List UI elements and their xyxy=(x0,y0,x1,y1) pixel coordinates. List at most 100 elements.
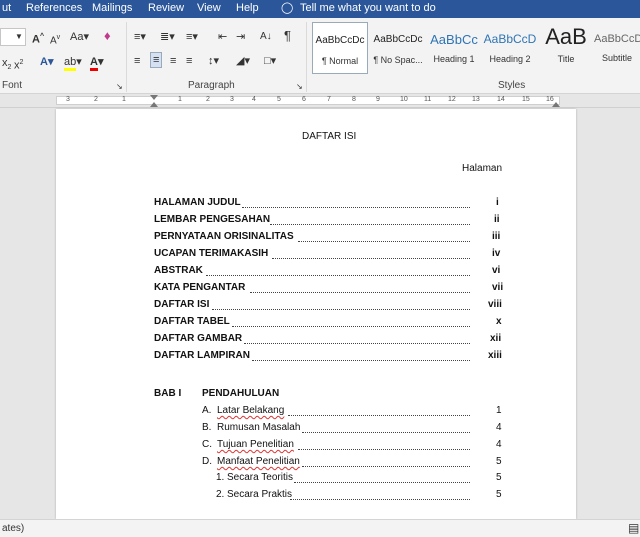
toc-entry-label: UCAPAN TERIMAKASIH xyxy=(154,248,269,259)
subsection-page: 4 xyxy=(496,422,502,433)
grow-font-icon[interactable]: A^ xyxy=(32,30,44,47)
text-effects-icon[interactable]: A▾ xyxy=(40,55,53,69)
dot-leader xyxy=(302,466,470,467)
sub-subsection-page: 5 xyxy=(496,489,502,500)
style-name: Heading 2 xyxy=(489,54,531,64)
toc-entry-label: LEMBAR PENGESAHAN xyxy=(154,214,271,225)
subsection-letter: D. xyxy=(202,456,212,467)
style-no-spacing[interactable]: AaBbCcDc ¶ No Spac... xyxy=(370,22,426,74)
line-spacing-icon[interactable]: ↕▾ xyxy=(208,54,219,68)
subsection-letter: C. xyxy=(202,439,212,450)
ruler-number: 3 xyxy=(66,96,70,103)
sort-icon[interactable]: A↓ xyxy=(260,30,272,44)
superscript-icon[interactable]: x2 xyxy=(14,56,23,73)
subscript-icon[interactable]: x2 xyxy=(2,56,11,75)
focus-mode-icon[interactable]: ▤ xyxy=(628,521,639,535)
toc-entry-page: iv xyxy=(492,248,501,259)
menu-help[interactable]: Help xyxy=(236,2,259,14)
style-preview: AaBbCcDc xyxy=(373,34,423,45)
ruler-number: 2 xyxy=(206,96,210,103)
toc-entry-page: ii xyxy=(494,214,500,225)
chevron-down-icon: ▼ xyxy=(15,32,23,41)
toc-entry-label: DAFTAR GAMBAR xyxy=(154,333,243,344)
toc-entry-page: x xyxy=(496,316,502,327)
document-page[interactable]: DAFTAR ISI Halaman HALAMAN JUDUL i LEMBA… xyxy=(56,109,576,519)
paragraph-group-label: Paragraph xyxy=(188,80,235,91)
toc-entry-page: xii xyxy=(490,333,502,344)
ruler-number: 6 xyxy=(302,96,306,103)
sub-subsection-label: Secara Praktis xyxy=(227,489,293,500)
sub-subsection-number: 2. xyxy=(216,489,225,500)
menu-mailings[interactable]: Mailings xyxy=(92,2,132,14)
subsection-page: 4 xyxy=(496,439,502,450)
first-line-indent-marker[interactable] xyxy=(150,95,158,100)
group-divider xyxy=(126,22,127,92)
menu-review[interactable]: Review xyxy=(148,2,184,14)
align-right-icon[interactable]: ≡ xyxy=(170,54,176,68)
style-heading-1[interactable]: AaBbCc Heading 1 xyxy=(426,22,482,74)
subsection-label-text: Tujuan Penelitian xyxy=(217,439,294,450)
font-dialog-launcher-icon[interactable]: ↘ xyxy=(116,80,123,94)
hanging-indent-marker[interactable] xyxy=(150,102,158,107)
style-heading-2[interactable]: AaBbCcD Heading 2 xyxy=(482,22,538,74)
style-normal[interactable]: AaBbCcDc ¶ Normal xyxy=(312,22,368,74)
horizontal-ruler[interactable]: 3 2 1 1 2 3 4 5 6 7 8 9 10 11 12 13 14 1… xyxy=(0,94,640,108)
style-preview: AaB xyxy=(545,24,587,49)
show-formatting-icon[interactable]: ¶ xyxy=(284,29,291,43)
style-subtitle[interactable]: AaBbCcD Subtitle xyxy=(594,22,640,74)
borders-icon[interactable]: □▾ xyxy=(264,54,276,68)
justify-icon[interactable]: ≡ xyxy=(186,54,192,68)
bullets-icon[interactable]: ≡▾ xyxy=(134,30,146,44)
style-preview: AaBbCcD xyxy=(594,33,640,45)
menu-references[interactable]: References xyxy=(26,2,82,14)
ruler-number: 2 xyxy=(94,96,98,103)
font-color-icon[interactable]: A▾ xyxy=(90,55,103,71)
increase-indent-icon[interactable]: ⇥ xyxy=(236,30,245,44)
sub-subsection-label: Secara Teoritis xyxy=(227,472,293,483)
toc-entry-label: ABSTRAK xyxy=(154,265,203,276)
toc-entry-page: iii xyxy=(492,231,501,242)
page-title: DAFTAR ISI xyxy=(302,131,357,142)
tell-me-search[interactable]: Tell me what you want to do xyxy=(300,2,436,14)
align-center-icon[interactable]: ≡ xyxy=(150,52,163,68)
dot-leader xyxy=(270,224,470,225)
subsection-letter: A. xyxy=(202,405,212,416)
ruler-number: 16 xyxy=(546,96,554,103)
highlight-icon[interactable]: ab▾ xyxy=(64,55,82,71)
shrink-font-icon[interactable]: Av xyxy=(50,31,60,48)
multilevel-list-icon[interactable]: ≡▾ xyxy=(186,30,198,44)
styles-group-label: Styles xyxy=(498,80,526,91)
dot-leader xyxy=(298,241,470,242)
style-name: ¶ Normal xyxy=(321,56,359,66)
dot-leader xyxy=(294,482,470,483)
group-divider xyxy=(306,22,307,92)
dot-leader xyxy=(212,309,470,310)
ruler-number: 9 xyxy=(376,96,380,103)
dot-leader xyxy=(250,292,470,293)
paragraph-dialog-launcher-icon[interactable]: ↘ xyxy=(296,80,303,94)
numbering-icon[interactable]: ≣▾ xyxy=(160,30,175,44)
decrease-indent-icon[interactable]: ⇤ xyxy=(218,30,227,44)
toc-entry-page: xiii xyxy=(488,350,502,361)
menu-item[interactable]: ut xyxy=(2,2,11,14)
clear-formatting-icon[interactable]: ♦ xyxy=(104,29,111,43)
change-case-icon[interactable]: Aa▾ xyxy=(70,30,89,44)
font-size-select[interactable]: ▼ xyxy=(0,28,26,46)
shading-icon[interactable]: ◢▾ xyxy=(236,54,250,68)
ruler-number: 11 xyxy=(424,96,432,103)
align-left-icon[interactable]: ≡ xyxy=(134,54,140,68)
toc-entry-page: viii xyxy=(488,299,502,310)
ruler-number: 8 xyxy=(352,96,356,103)
halaman-heading: Halaman xyxy=(462,163,503,174)
ruler-number: 7 xyxy=(327,96,331,103)
toc-entry-label: KATA PENGANTAR xyxy=(154,282,246,293)
dot-leader xyxy=(290,499,470,500)
dot-leader xyxy=(302,432,470,433)
style-preview: AaBbCc xyxy=(430,32,478,47)
status-text[interactable]: ates) xyxy=(2,523,24,534)
toc-entry-label: DAFTAR TABEL xyxy=(154,316,230,327)
subsection-label: Tujuan Penelitian xyxy=(217,439,294,450)
style-name: Heading 1 xyxy=(433,54,475,64)
menu-view[interactable]: View xyxy=(197,2,221,14)
style-title[interactable]: AaB Title xyxy=(538,22,594,74)
